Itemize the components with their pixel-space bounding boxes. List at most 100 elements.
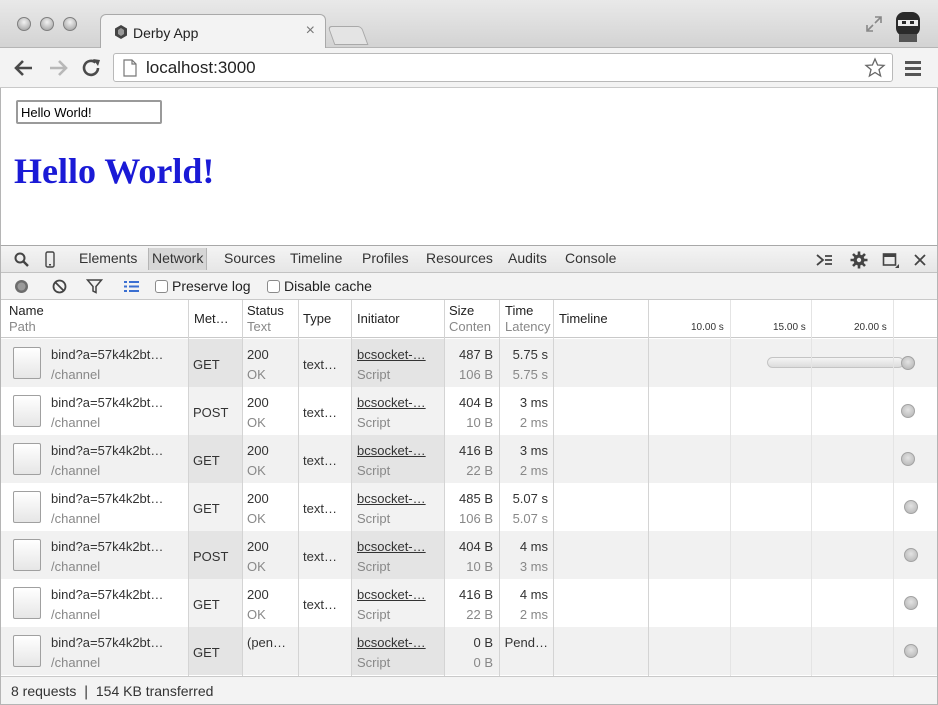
minimize-window-button[interactable]: [40, 17, 54, 31]
table-row[interactable]: bind?a=57k4k2bt… /channel GET 200 OK text… bcs…: [1, 339, 937, 387]
disable-cache-checkbox[interactable]: [267, 280, 280, 293]
hello-input[interactable]: [16, 100, 162, 124]
request-initiator-link[interactable]: bcsocket-…: [357, 491, 426, 506]
new-tab-button[interactable]: [327, 26, 369, 45]
device-mode-icon[interactable]: [41, 251, 59, 269]
request-method: POST: [193, 549, 229, 564]
inspect-search-icon[interactable]: [13, 251, 31, 269]
file-icon: [13, 395, 41, 427]
request-name[interactable]: bind?a=57k4k2bt…: [51, 395, 163, 410]
disable-cache-label: Disable cache: [284, 278, 372, 294]
request-initiator-link[interactable]: bcsocket-…: [357, 443, 426, 458]
column-divider[interactable]: [648, 300, 649, 676]
col-content: Conten: [449, 319, 491, 334]
request-path: /channel: [51, 511, 101, 526]
dock-side-icon[interactable]: [882, 251, 900, 269]
profile-avatar-icon[interactable]: [890, 8, 926, 44]
timeline-marker[interactable]: [901, 356, 916, 370]
request-name[interactable]: bind?a=57k4k2bt…: [51, 539, 163, 554]
request-type: text…: [303, 453, 337, 468]
zoom-window-button[interactable]: [63, 17, 77, 31]
timeline-marker[interactable]: [904, 596, 918, 610]
col-time[interactable]: Time: [505, 303, 533, 319]
col-method[interactable]: Met…: [194, 311, 229, 327]
tab-profiles[interactable]: Profiles: [362, 250, 409, 266]
request-name[interactable]: bind?a=57k4k2bt…: [51, 443, 163, 458]
settings-gear-icon[interactable]: [850, 251, 868, 269]
table-row[interactable]: bind?a=57k4k2bt… /channel GET 200 OK text… bcs…: [1, 579, 937, 627]
reload-icon[interactable]: [79, 56, 103, 80]
request-name[interactable]: bind?a=57k4k2bt…: [51, 347, 163, 362]
col-timeline[interactable]: Timeline: [559, 311, 608, 327]
menu-icon[interactable]: [903, 59, 923, 77]
col-size[interactable]: Size: [449, 303, 474, 319]
request-content-size: 10 B: [466, 415, 493, 430]
tab-elements[interactable]: Elements: [79, 250, 137, 266]
tab-audits[interactable]: Audits: [508, 250, 547, 266]
tab-timeline[interactable]: Timeline: [290, 250, 342, 266]
tab-console[interactable]: Console: [565, 250, 616, 266]
request-initiator-link[interactable]: bcsocket-…: [357, 395, 426, 410]
close-devtools-icon[interactable]: [911, 251, 929, 269]
timeline-tick: 10.00 s: [691, 322, 724, 333]
request-time: Pend…: [504, 635, 548, 650]
bookmark-star-icon[interactable]: [864, 57, 886, 79]
col-initiator[interactable]: Initiator: [357, 311, 400, 327]
request-size: 404 B: [459, 539, 493, 554]
request-name[interactable]: bind?a=57k4k2bt…: [51, 587, 163, 602]
request-name[interactable]: bind?a=57k4k2bt…: [51, 491, 163, 506]
request-path: /channel: [51, 463, 101, 478]
request-name[interactable]: bind?a=57k4k2bt…: [51, 635, 163, 650]
tab-resources[interactable]: Resources: [426, 250, 493, 266]
table-row[interactable]: bind?a=57k4k2bt… /channel GET 200 OK text… bcs…: [1, 435, 937, 483]
tab-sources[interactable]: Sources: [224, 250, 275, 266]
column-divider[interactable]: [499, 300, 500, 676]
fullscreen-icon[interactable]: [864, 14, 884, 34]
request-status-text: OK: [247, 607, 266, 622]
column-divider[interactable]: [553, 300, 554, 676]
browser-tab[interactable]: Derby App ×: [100, 14, 326, 49]
request-initiator-link[interactable]: bcsocket-…: [357, 635, 426, 650]
devtools-panel: Elements Network Sources Timeline Profil…: [0, 245, 938, 705]
record-icon[interactable]: [13, 278, 30, 295]
timeline-marker[interactable]: [901, 452, 916, 466]
timeline-marker[interactable]: [904, 644, 918, 658]
request-time: 5.75 s: [512, 347, 548, 362]
close-window-button[interactable]: [17, 17, 31, 31]
column-divider[interactable]: [351, 300, 352, 676]
forward-icon[interactable]: [46, 56, 70, 80]
preserve-log-checkbox[interactable]: [155, 280, 168, 293]
request-time: 3 ms: [519, 443, 548, 458]
table-row[interactable]: bind?a=57k4k2bt… /channel GET 200 OK text… bcs…: [1, 483, 937, 531]
col-status[interactable]: Status: [247, 303, 284, 319]
tab-network[interactable]: Network: [148, 248, 208, 270]
table-row[interactable]: bind?a=57k4k2bt… /channel POST 200 OK text… bc…: [1, 387, 937, 435]
filter-icon[interactable]: [86, 278, 103, 295]
request-initiator-link[interactable]: bcsocket-…: [357, 539, 426, 554]
column-divider[interactable]: [298, 300, 299, 676]
request-content-size: 106 B: [459, 511, 493, 526]
col-name[interactable]: Name: [9, 303, 44, 319]
column-divider[interactable]: [188, 300, 189, 676]
back-icon[interactable]: [12, 56, 36, 80]
tab-close-icon[interactable]: ×: [306, 22, 315, 40]
timeline-bar[interactable]: [767, 357, 905, 368]
clear-icon[interactable]: [51, 278, 68, 295]
console-drawer-icon[interactable]: [815, 251, 833, 269]
url-text: localhost:3000: [146, 58, 256, 77]
request-initiator-link[interactable]: bcsocket-…: [357, 347, 426, 362]
address-bar[interactable]: localhost:3000: [113, 53, 893, 82]
timeline-marker[interactable]: [904, 500, 918, 514]
large-rows-icon[interactable]: [123, 278, 140, 295]
status-summary: 8 requests ❘ 154 KB transferred: [11, 683, 214, 699]
page-icon: [123, 59, 137, 77]
timeline-marker[interactable]: [904, 548, 918, 562]
col-type[interactable]: Type: [303, 311, 331, 327]
column-divider[interactable]: [444, 300, 445, 676]
table-row[interactable]: bind?a=57k4k2bt… /channel GET (pen… bcsocket…: [1, 627, 937, 675]
timeline-marker[interactable]: [901, 404, 916, 418]
request-initiator-link[interactable]: bcsocket-…: [357, 587, 426, 602]
table-row[interactable]: bind?a=57k4k2bt… /channel POST 200 OK text… bc…: [1, 531, 937, 579]
request-time: 3 ms: [519, 395, 548, 410]
column-divider[interactable]: [242, 300, 243, 676]
